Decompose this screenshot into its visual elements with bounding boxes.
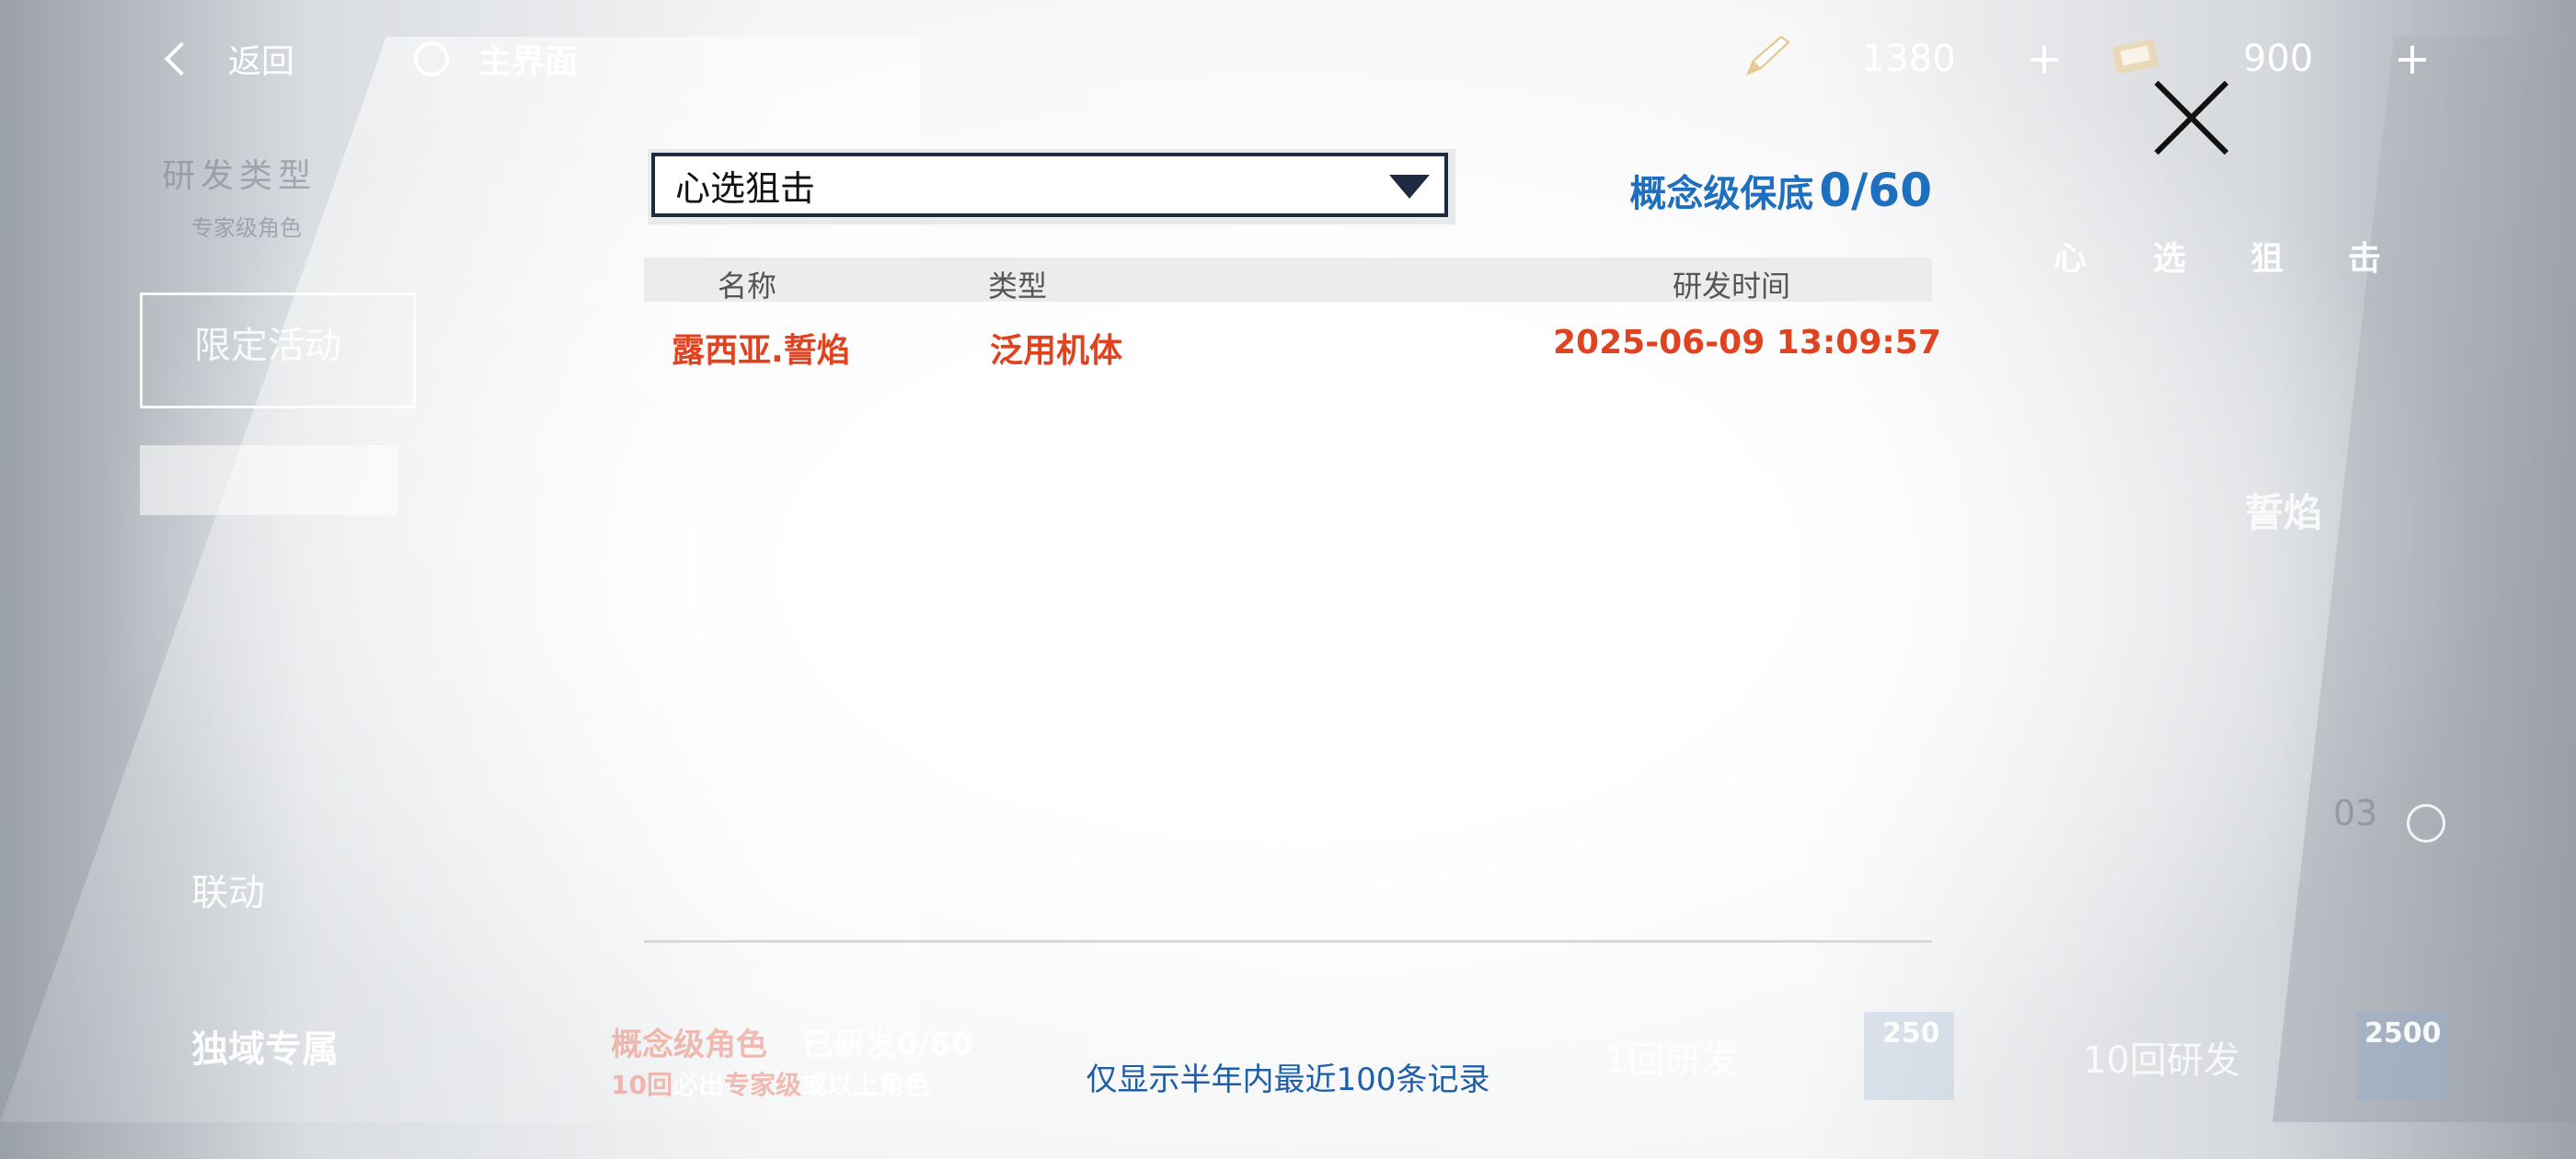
currency-1-value: 1380 xyxy=(1862,38,1956,80)
column-header-type: 类型 xyxy=(988,269,1048,304)
record-time: 2025-06-09 13:09:57 xyxy=(1553,324,1941,361)
triangle-down-icon xyxy=(1389,175,1430,199)
bg-banner-char-3: 狙 xyxy=(2250,240,2284,278)
table-row: 露西亚.誓焰 泛用机体 2025-06-09 13:09:57 xyxy=(644,318,1941,373)
bg-single-pull-cost: 250 xyxy=(1882,1017,1940,1050)
bg-section-title: 研发类型 xyxy=(162,157,317,195)
bg-note-part-4: 或以上角色 xyxy=(801,1070,931,1100)
column-header-name: 名称 xyxy=(718,269,777,304)
bg-banner-char-4: 击 xyxy=(2348,240,2382,278)
bg-single-pull-label: 1回研发 xyxy=(1604,1039,1739,1082)
bg-tab-limited-label: 限定活动 xyxy=(194,325,341,367)
bg-ten-pull-cost: 2500 xyxy=(2364,1017,2442,1050)
history-footnote: 仅显示半年内最近100条记录 xyxy=(1086,1061,1490,1098)
bg-banner-char-2: 选 xyxy=(2153,240,2187,278)
bg-single-pull-cost-box: 250 xyxy=(1864,1012,1954,1100)
back-label: 返回 xyxy=(228,43,295,81)
home-label: 主界面 xyxy=(478,43,579,81)
table-bottom-divider xyxy=(644,940,1932,943)
chevron-left-icon xyxy=(164,41,199,76)
bg-banner-char-1: 心 xyxy=(2053,240,2087,278)
dropdown-selected-value: 心选狙击 xyxy=(675,167,816,209)
close-icon[interactable] xyxy=(2149,75,2234,160)
bg-note-part-2: 必出 xyxy=(672,1070,724,1100)
bg-researched-label: 已研发0/60 xyxy=(802,1027,973,1063)
bg-ten-pull-note: 10回必出专家级或以上角色 xyxy=(611,1065,930,1102)
record-type: 泛用机体 xyxy=(990,332,1123,370)
column-header-time: 研发时间 xyxy=(1673,269,1791,304)
bg-timer-fragment: 03 xyxy=(2333,793,2378,833)
pencil-currency-icon xyxy=(1746,35,1790,75)
bg-clock-icon xyxy=(2407,804,2445,843)
bg-ten-pull-cost-box: 2500 xyxy=(2357,1012,2449,1100)
bg-banner-name: 誓焰 xyxy=(2245,490,2323,535)
bg-ten-pull-label: 10回研发 xyxy=(2083,1039,2240,1082)
currency-2-value: 900 xyxy=(2243,38,2314,80)
bg-note-part-3: 专家级 xyxy=(723,1070,801,1100)
add-currency-1-button[interactable]: + xyxy=(2017,31,2072,86)
bg-note-part-1: 10回 xyxy=(611,1070,673,1100)
bg-tab-collab: 联动 xyxy=(191,872,265,914)
pity-value: 0/60 xyxy=(1819,164,1932,217)
record-name: 露西亚.誓焰 xyxy=(672,332,850,370)
bg-tab-limited: 限定活动 xyxy=(140,293,416,408)
home-ring-icon xyxy=(414,41,449,76)
bg-tab-bar xyxy=(140,445,397,515)
bg-tab-exclusive: 独域专属 xyxy=(191,1028,339,1071)
pity-counter: 概念级保底 0/60 xyxy=(1628,164,1932,217)
back-button[interactable]: 返回 xyxy=(162,31,294,86)
home-button[interactable]: 主界面 xyxy=(414,31,578,86)
pity-label: 概念级保底 xyxy=(1629,173,1814,215)
banner-select-dropdown[interactable]: 心选狙击 xyxy=(651,153,1448,217)
add-currency-2-button[interactable]: + xyxy=(2385,31,2440,86)
ticket-currency-icon xyxy=(2111,39,2159,75)
history-table-header: 名称 类型 研发时间 xyxy=(644,258,1932,304)
bg-concept-label: 概念级角色 xyxy=(611,1027,767,1063)
bg-section-subtitle: 专家级角色 xyxy=(191,215,302,241)
